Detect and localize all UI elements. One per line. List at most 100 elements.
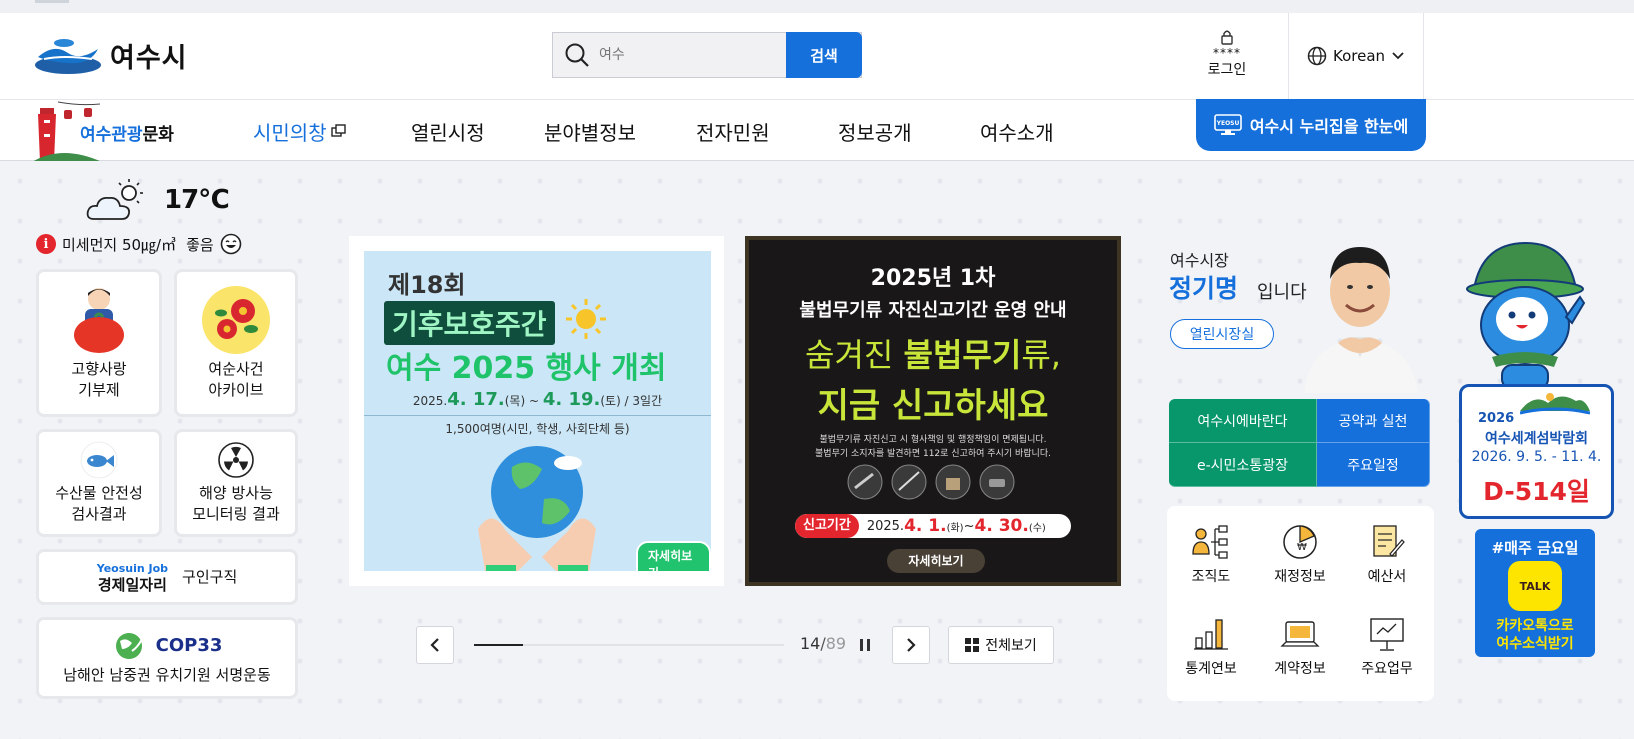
view-all-button[interactable]: 전체보기 [948, 626, 1054, 664]
nav-item-citizen-window[interactable]: 시민의창 [253, 100, 347, 162]
slide-pause-button[interactable] [859, 637, 871, 656]
expo-d-day: D-514일 [1483, 477, 1590, 506]
search-button[interactable]: 검색 [786, 32, 862, 78]
slide1-title-1: 제18회 [388, 271, 466, 299]
site-logo[interactable]: 여수시 [34, 35, 188, 75]
grid-icon [965, 638, 980, 652]
language-label: Korean [1332, 47, 1386, 65]
slide1-title-2: 기후보호주간 [384, 301, 555, 345]
radiation-monitoring-link[interactable]: 해양 방사능 모니터링 결과 [174, 429, 298, 537]
site-overview-button[interactable]: YEOSU 여수시 누리집을 한눈에 [1196, 99, 1426, 151]
slide-prev-button[interactable] [416, 626, 454, 664]
mascot-character [1466, 241, 1586, 390]
slide2-big-2: 지금 신고하세요 [817, 386, 1049, 426]
pledge-link[interactable]: 공약과 실천 [1317, 399, 1430, 443]
cop33-label: 남해안 남중권 유치기원 서명운동 [63, 665, 271, 684]
external-window-icon [330, 124, 346, 137]
gun-icon [847, 464, 883, 500]
yeosun-label-1: 여순사건 [208, 360, 264, 378]
slide2-more-button[interactable]: 자세히보기 [887, 549, 985, 573]
radiation-icon [218, 442, 254, 478]
yeosun-archive-link[interactable]: 여순사건 아카이브 [174, 269, 298, 417]
mayor-name: 정기명 [1169, 274, 1239, 303]
cop33-logo: COP33 [112, 631, 223, 661]
main-schedule-link[interactable]: 주요일정 [1317, 443, 1430, 487]
slide2-period: 신고기간 2025. 4. 1. (화) ~ 4. 30. (수) [795, 514, 1071, 538]
slide2-title-2: 불법무기류 자진신고기간 운영 안내 [799, 300, 1067, 321]
globe-icon [1307, 46, 1327, 66]
main-tasks-link[interactable]: 주요업무 [1347, 616, 1427, 678]
weapon-icons [847, 464, 1015, 500]
sun-icon [566, 299, 606, 339]
job-logo-en: Yeosuin Job [96, 562, 169, 575]
hometown-donation-link[interactable]: 고향사랑 기부제 [36, 269, 162, 417]
statistics-label: 통계연보 [1185, 661, 1237, 677]
nav-item-field-info[interactable]: 분야별정보 [544, 100, 636, 162]
seafood-label-1: 수산물 안전성 [55, 484, 143, 502]
tour-culture-label: 여수관광문화 [80, 125, 174, 145]
tour-culture-link[interactable]: 여수관광문화 [32, 100, 202, 162]
cop33-petition-link[interactable]: COP33 남해안 남중권 유치기원 서명운동 [36, 617, 298, 699]
globe-leaf-icon [115, 632, 143, 659]
language-selector[interactable]: Korean [1288, 13, 1424, 99]
nav-item-info-disclosure[interactable]: 정보공개 [838, 100, 912, 162]
citizen-links-grid: 여수시에바란다 공약과 실천 e-시민소통광장 주요일정 [1169, 399, 1430, 487]
job-search-link[interactable]: Yeosuin Job 경제일자리 구인구직 [36, 549, 298, 605]
job-label: 구인구직 [182, 567, 238, 586]
statistics-link[interactable]: 통계연보 [1171, 616, 1251, 678]
budget-link[interactable]: 예산서 [1347, 524, 1427, 586]
search-input[interactable] [599, 47, 769, 63]
finance-info-label: 재정정보 [1274, 569, 1326, 585]
donation-person-icon [74, 288, 124, 353]
utility-tab[interactable] [35, 0, 69, 3]
slide-progress-fill [474, 644, 523, 646]
slide1-title-3: 여수 2025 행사 개최 [386, 351, 667, 386]
kakao-subscribe-banner[interactable]: #매주 금요일 TALK 카카오톡으로 여수소식받기 [1475, 529, 1595, 657]
bar-chart-icon [1194, 619, 1228, 650]
presentation-board-icon [1370, 618, 1404, 651]
slide1-people: 1,500여명(시민, 학생, 사회단체 등) [364, 415, 711, 437]
nav-item-label: 시민의창 [253, 120, 327, 145]
banner-slide-illegal-weapons[interactable]: 2025년 1차 불법무기류 자진신고기간 운영 안내 숨겨진 불법무기류, 지… [745, 236, 1121, 586]
e-citizen-square-link[interactable]: e-시민소통광장 [1169, 443, 1317, 487]
banner-slide-climate-week[interactable]: 제18회 기후보호주간 여수 2025 행사 개최 2025.4. 17.(목)… [349, 236, 724, 586]
nav-item-about-yeosu[interactable]: 여수소개 [980, 100, 1054, 162]
contract-info-link[interactable]: 계약정보 [1260, 616, 1340, 678]
svg-text:₩: ₩ [1297, 542, 1307, 553]
slide1-more-button[interactable]: 자세히보기 [636, 541, 711, 571]
info-shortcuts: 조직도 ₩ 재정정보 예산서 통계연보 계약정보 주요업무 [1167, 506, 1434, 701]
login-button[interactable]: **** 로그인 [1200, 29, 1254, 79]
org-chart-link[interactable]: 조직도 [1171, 524, 1251, 586]
org-chart-label: 조직도 [1191, 569, 1231, 585]
nav-item-open-city[interactable]: 열린시정 [411, 100, 485, 162]
slide-progress-bar [474, 644, 784, 646]
mayor-office-button[interactable]: 열린시장실 [1170, 319, 1274, 349]
main-navigation: 여수관광문화 시민의창 열린시정 분야별정보 전자민원 정보공개 여수소개 YE… [0, 99, 1634, 162]
search-bar: 검색 [552, 32, 862, 78]
radiation-label-1: 해양 방사능 [199, 484, 273, 502]
org-chart-icon [1192, 525, 1228, 559]
cop33-title: COP33 [155, 635, 223, 656]
dust-label: 미세먼지 50㎍/㎥ [62, 235, 177, 254]
earth-hands-icon [478, 446, 596, 571]
radiation-label-2: 모니터링 결과 [192, 505, 280, 523]
seafood-safety-link[interactable]: 수산물 안전성 검사결과 [36, 429, 162, 537]
site-overview-label: 여수시 누리집을 한눈에 [1249, 117, 1409, 136]
citizen-request-link[interactable]: 여수시에바란다 [1169, 399, 1317, 443]
hometown-label-2: 기부제 [78, 381, 120, 399]
expo-year: 2026 [1478, 411, 1515, 426]
kakao-text: 카카오톡으로 여수소식받기 [1496, 618, 1574, 652]
slide1-dates: 2025.4. 17.(목) ~ 4. 19.(토) / 3일간 [412, 389, 663, 410]
kakao-week: #매주 금요일 [1491, 539, 1579, 557]
document-edit-icon [1373, 525, 1405, 557]
partly-cloudy-icon [86, 179, 143, 220]
expo-island-logo [1520, 393, 1590, 415]
contract-info-label: 계약정보 [1274, 661, 1326, 677]
expo-2026-banner[interactable]: 2026 여수세계섬박람회 2026. 9. 5. - 11. 4. D-514… [1459, 384, 1614, 519]
slide-next-button[interactable] [892, 626, 930, 664]
knife-icon [891, 464, 927, 500]
login-label: 로그인 [1207, 62, 1247, 78]
finance-info-link[interactable]: ₩ 재정정보 [1260, 524, 1340, 586]
nav-item-e-petition[interactable]: 전자민원 [696, 100, 770, 162]
expo-name: 여수세계섬박람회 [1484, 431, 1589, 447]
